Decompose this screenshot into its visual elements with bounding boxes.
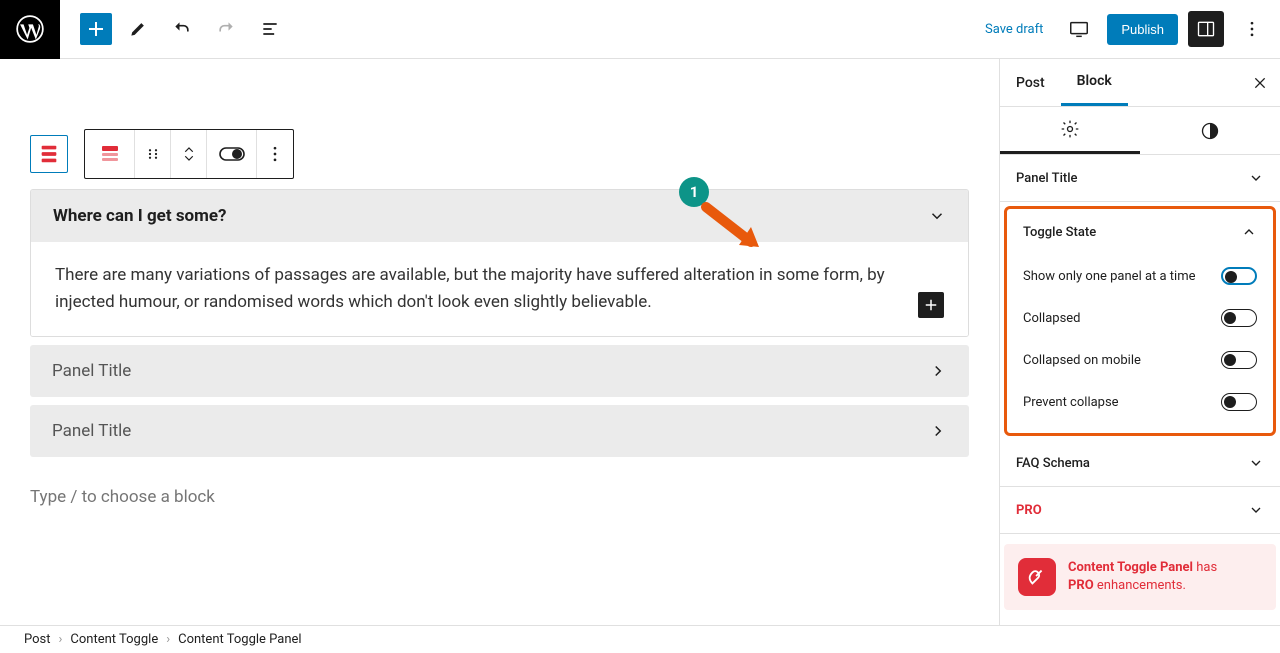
toggle-switch[interactable] — [1221, 267, 1257, 285]
section-header[interactable]: Panel Title — [1000, 155, 1280, 201]
subtab-settings[interactable] — [1000, 107, 1140, 154]
add-block-button[interactable] — [80, 13, 112, 45]
top-toolbar: Save draft Publish — [0, 0, 1280, 59]
block-toolbar-group — [84, 129, 294, 179]
panel-header[interactable]: Panel Title — [30, 405, 969, 457]
breadcrumb-item[interactable]: Content Toggle Panel — [178, 632, 301, 647]
chevron-down-icon — [1248, 502, 1264, 518]
highlighted-section: Toggle State Show only one panel at a ti… — [1004, 206, 1276, 436]
more-options-icon[interactable] — [1234, 11, 1270, 47]
section-label: Panel Title — [1016, 171, 1078, 186]
gear-icon — [1060, 119, 1080, 139]
save-draft-link[interactable]: Save draft — [977, 14, 1051, 45]
section-header[interactable]: FAQ Schema — [1000, 440, 1280, 486]
chevron-down-icon — [1248, 455, 1264, 471]
section-pro: PRO — [1000, 487, 1280, 534]
panel-header[interactable]: Panel Title — [30, 345, 969, 397]
toggle-switch[interactable] — [1221, 351, 1257, 369]
toggle-label: Show only one panel at a time — [1023, 269, 1196, 284]
toggle-label: Collapsed — [1023, 311, 1081, 326]
section-header[interactable]: PRO — [1000, 487, 1280, 533]
breadcrumb-sep: › — [59, 632, 63, 647]
block-toolbar — [30, 129, 294, 179]
panel-title: Where can I get some? — [53, 206, 227, 226]
block-placeholder[interactable]: Type / to choose a block — [30, 457, 969, 507]
parent-block-icon[interactable] — [30, 135, 68, 173]
toggle-row-one-panel: Show only one panel at a time — [1023, 255, 1257, 297]
pro-banner-name: Content Toggle Panel — [1068, 560, 1193, 575]
publish-button[interactable]: Publish — [1107, 14, 1178, 45]
preview-icon[interactable] — [1061, 11, 1097, 47]
pro-badge-icon — [1018, 558, 1056, 596]
panel-title: Panel Title — [52, 361, 131, 381]
toggle-label: Collapsed on mobile — [1023, 353, 1141, 368]
top-left — [0, 0, 288, 58]
section-label: FAQ Schema — [1016, 456, 1090, 471]
breadcrumb-sep: › — [166, 632, 170, 647]
annotation-arrow-icon — [701, 197, 771, 257]
chevron-right-icon — [929, 362, 947, 380]
pro-banner[interactable]: Content Toggle Panel has PRO enhancement… — [1004, 544, 1276, 610]
panel-title: Panel Title — [52, 421, 131, 441]
settings-sidebar-toggle[interactable] — [1188, 11, 1224, 47]
toggle-row-prevent-collapse: Prevent collapse — [1023, 381, 1257, 423]
toggle-row-collapsed-mobile: Collapsed on mobile — [1023, 339, 1257, 381]
pro-text: Content Toggle Panel has PRO enhancement… — [1068, 559, 1217, 595]
breadcrumb-item[interactable]: Post — [24, 632, 51, 647]
toggle-switch[interactable] — [1221, 309, 1257, 327]
editor-canvas[interactable]: 1 — [0, 59, 999, 625]
panel-body[interactable]: There are many variations of passages ar… — [31, 242, 968, 336]
breadcrumb-item[interactable]: Content Toggle — [70, 632, 158, 647]
contrast-icon — [1200, 121, 1220, 141]
chevron-right-icon — [929, 422, 947, 440]
section-panel-title: Panel Title — [1000, 155, 1280, 202]
add-inline-button[interactable] — [918, 292, 944, 318]
top-right: Save draft Publish — [977, 11, 1280, 47]
main-area: 1 — [0, 59, 1280, 625]
section-body: Show only one panel at a time Collapsed … — [1007, 255, 1273, 433]
chevron-up-icon — [1241, 224, 1257, 240]
edit-tool-icon[interactable] — [120, 11, 156, 47]
toggle-state-icon[interactable] — [207, 130, 257, 178]
drag-handle-icon[interactable] — [135, 130, 171, 178]
pro-banner-pro-word: PRO — [1068, 578, 1094, 593]
chevron-down-icon — [928, 207, 946, 225]
accordion-block: Where can I get some? There are many var… — [30, 189, 969, 337]
block-more-icon[interactable] — [257, 130, 293, 178]
tab-post[interactable]: Post — [1000, 61, 1061, 105]
toggle-switch[interactable] — [1221, 393, 1257, 411]
app-root: Save draft Publish 1 — [0, 0, 1280, 653]
tab-block[interactable]: Block — [1061, 59, 1128, 106]
panel-body-text: There are many variations of passages ar… — [55, 265, 885, 312]
panel-header[interactable]: Where can I get some? — [31, 190, 968, 242]
redo-icon[interactable] — [208, 11, 244, 47]
list-view-icon[interactable] — [252, 11, 288, 47]
undo-icon[interactable] — [164, 11, 200, 47]
sidebar-subtabs — [1000, 107, 1280, 155]
move-arrows-icon[interactable] — [171, 130, 207, 178]
wordpress-logo[interactable] — [0, 0, 60, 59]
settings-sidebar: Post Block Panel Title — [999, 59, 1280, 625]
subtab-styles[interactable] — [1140, 107, 1280, 154]
annotation-callout: 1 — [679, 177, 709, 207]
editor-inner: Where can I get some? There are many var… — [0, 59, 999, 507]
breadcrumb: Post › Content Toggle › Content Toggle P… — [0, 625, 1280, 653]
section-label: PRO — [1016, 503, 1042, 518]
tool-buttons — [60, 11, 288, 47]
toggle-label: Prevent collapse — [1023, 395, 1119, 410]
section-header-toggle-state[interactable]: Toggle State — [1007, 209, 1273, 255]
section-faq-schema: FAQ Schema — [1000, 440, 1280, 487]
sidebar-tabs: Post Block — [1000, 59, 1280, 107]
section-label: Toggle State — [1023, 225, 1096, 240]
chevron-down-icon — [1248, 170, 1264, 186]
close-sidebar-icon[interactable] — [1248, 71, 1272, 95]
toggle-row-collapsed: Collapsed — [1023, 297, 1257, 339]
block-type-icon[interactable] — [85, 130, 135, 178]
